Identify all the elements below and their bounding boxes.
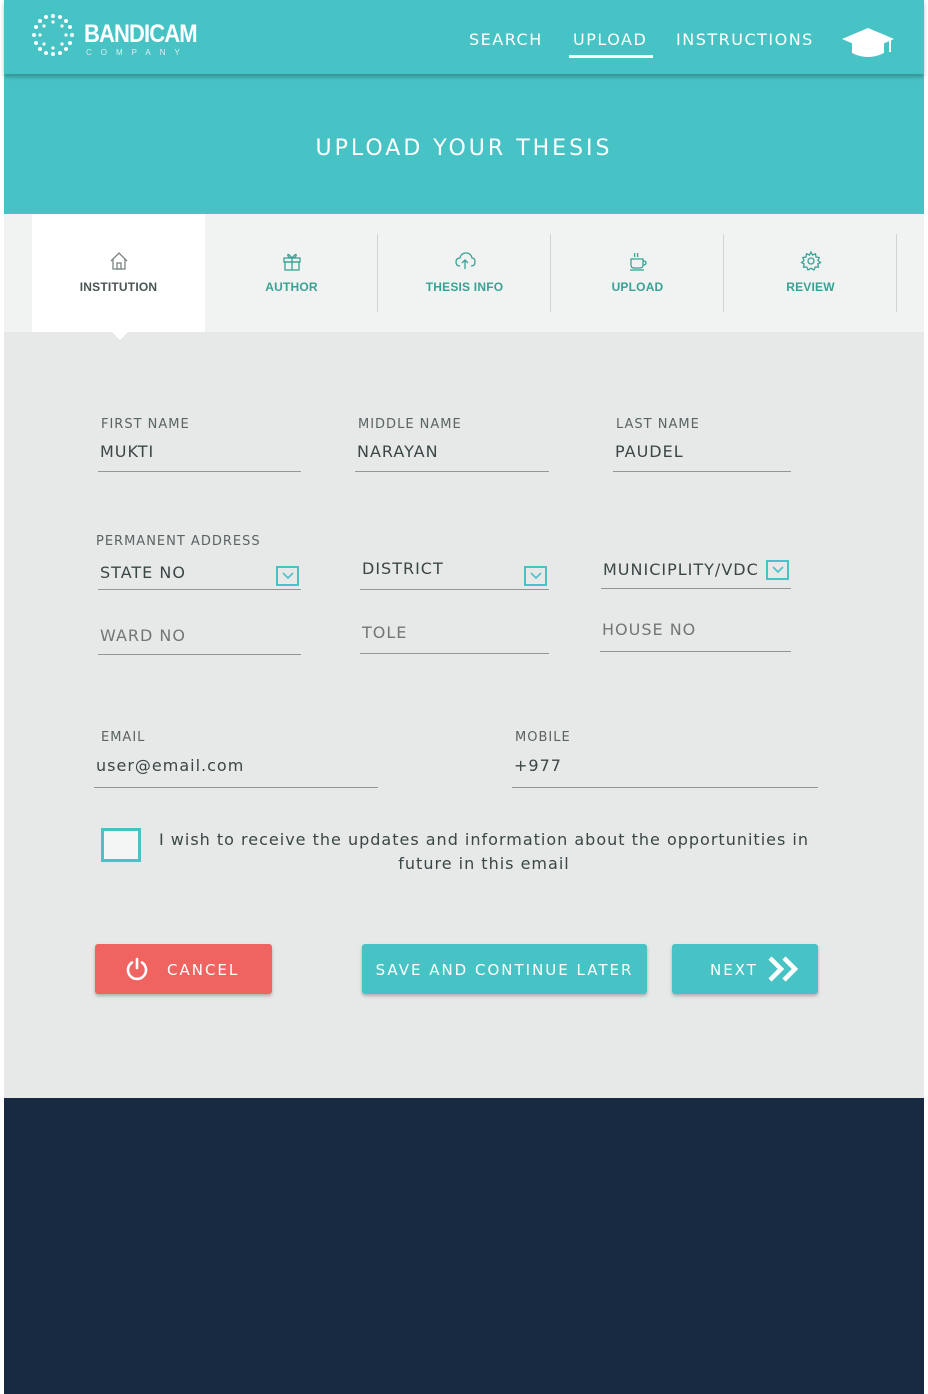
mobile-label: MOBILE <box>515 730 571 745</box>
middle-name-label: MIDDLE NAME <box>358 417 462 432</box>
first-name-label: FIRST NAME <box>101 417 190 432</box>
double-chevron-right-icon <box>768 956 799 982</box>
gift-icon <box>282 253 301 271</box>
next-button-label: NEXT <box>710 961 758 979</box>
top-navbar: BANDICAM COMPANY SEARCH UPLOAD INSTRUCTI… <box>4 0 924 74</box>
chevron-down-icon <box>276 566 299 586</box>
coffee-cup-icon <box>629 252 647 271</box>
district-select-value: DISTRICT <box>362 559 444 578</box>
email-label: EMAIL <box>101 730 146 745</box>
district-select[interactable]: DISTRICT <box>360 552 549 590</box>
page-banner: UPLOAD YOUR THESIS <box>4 74 924 214</box>
house-no-input[interactable] <box>600 615 791 652</box>
power-icon <box>126 957 148 981</box>
cancel-button-label: CANCEL <box>167 961 240 979</box>
home-icon <box>110 252 127 270</box>
save-button-label: SAVE AND CONTINUE LATER <box>375 961 634 979</box>
middle-name-input[interactable] <box>355 440 549 472</box>
tab-label: THESIS INFO <box>425 280 504 294</box>
logo-text: BANDICAM <box>84 20 198 48</box>
gear-icon <box>799 250 822 271</box>
updates-consent-text: I wish to receive the updates and inform… <box>159 830 809 873</box>
logo-subtext: COMPANY <box>86 48 189 57</box>
updates-consent-checkbox[interactable] <box>101 828 141 862</box>
last-name-input[interactable] <box>613 440 791 472</box>
cloud-upload-icon <box>454 252 476 269</box>
municipality-select-value: MUNICIPLITY/VDC <box>603 560 759 579</box>
bandicam-logo[interactable]: BANDICAM COMPANY <box>30 12 200 62</box>
ward-no-input[interactable] <box>98 624 301 655</box>
tab-label: REVIEW <box>786 280 835 294</box>
save-and-continue-button[interactable]: SAVE AND CONTINUE LATER <box>362 944 647 994</box>
chevron-down-icon <box>766 560 789 580</box>
tab-author[interactable]: AUTHOR <box>205 214 378 332</box>
tole-input[interactable] <box>360 619 549 654</box>
first-name-input[interactable] <box>98 440 301 472</box>
tab-label: INSTITUTION <box>79 280 158 294</box>
email-field[interactable] <box>94 752 378 788</box>
tab-label: AUTHOR <box>265 280 318 294</box>
permanent-address-label: PERMANENT ADDRESS <box>96 534 261 549</box>
nav-instructions[interactable]: INSTRUCTIONS <box>676 30 814 49</box>
tab-upload[interactable]: UPLOAD <box>551 214 724 332</box>
chevron-down-icon <box>524 566 547 586</box>
state-select[interactable]: STATE NO <box>98 554 301 590</box>
next-button[interactable]: NEXT <box>672 944 818 994</box>
tab-label: UPLOAD <box>611 280 664 294</box>
page-footer <box>4 1098 924 1394</box>
cancel-button[interactable]: CANCEL <box>95 944 272 994</box>
tab-divider <box>896 234 897 312</box>
graduation-cap-icon[interactable] <box>840 24 896 60</box>
page-title: UPLOAD YOUR THESIS <box>315 136 613 161</box>
app-frame: BANDICAM COMPANY SEARCH UPLOAD INSTRUCTI… <box>4 0 924 1394</box>
tab-thesis-info[interactable]: THESIS INFO <box>378 214 551 332</box>
step-tabs: INSTITUTION AUTHOR THESIS INFO UPLOAD RE… <box>4 214 924 340</box>
logo-ring-icon <box>32 14 74 56</box>
mobile-field[interactable] <box>512 752 818 788</box>
tab-institution[interactable]: INSTITUTION <box>32 214 205 340</box>
last-name-label: LAST NAME <box>616 417 700 432</box>
nav-search[interactable]: SEARCH <box>469 30 543 49</box>
nav-upload[interactable]: UPLOAD <box>568 30 654 58</box>
state-select-value: STATE NO <box>100 563 186 582</box>
municipality-select[interactable]: MUNICIPLITY/VDC <box>601 552 791 589</box>
tab-review[interactable]: REVIEW <box>724 214 897 332</box>
